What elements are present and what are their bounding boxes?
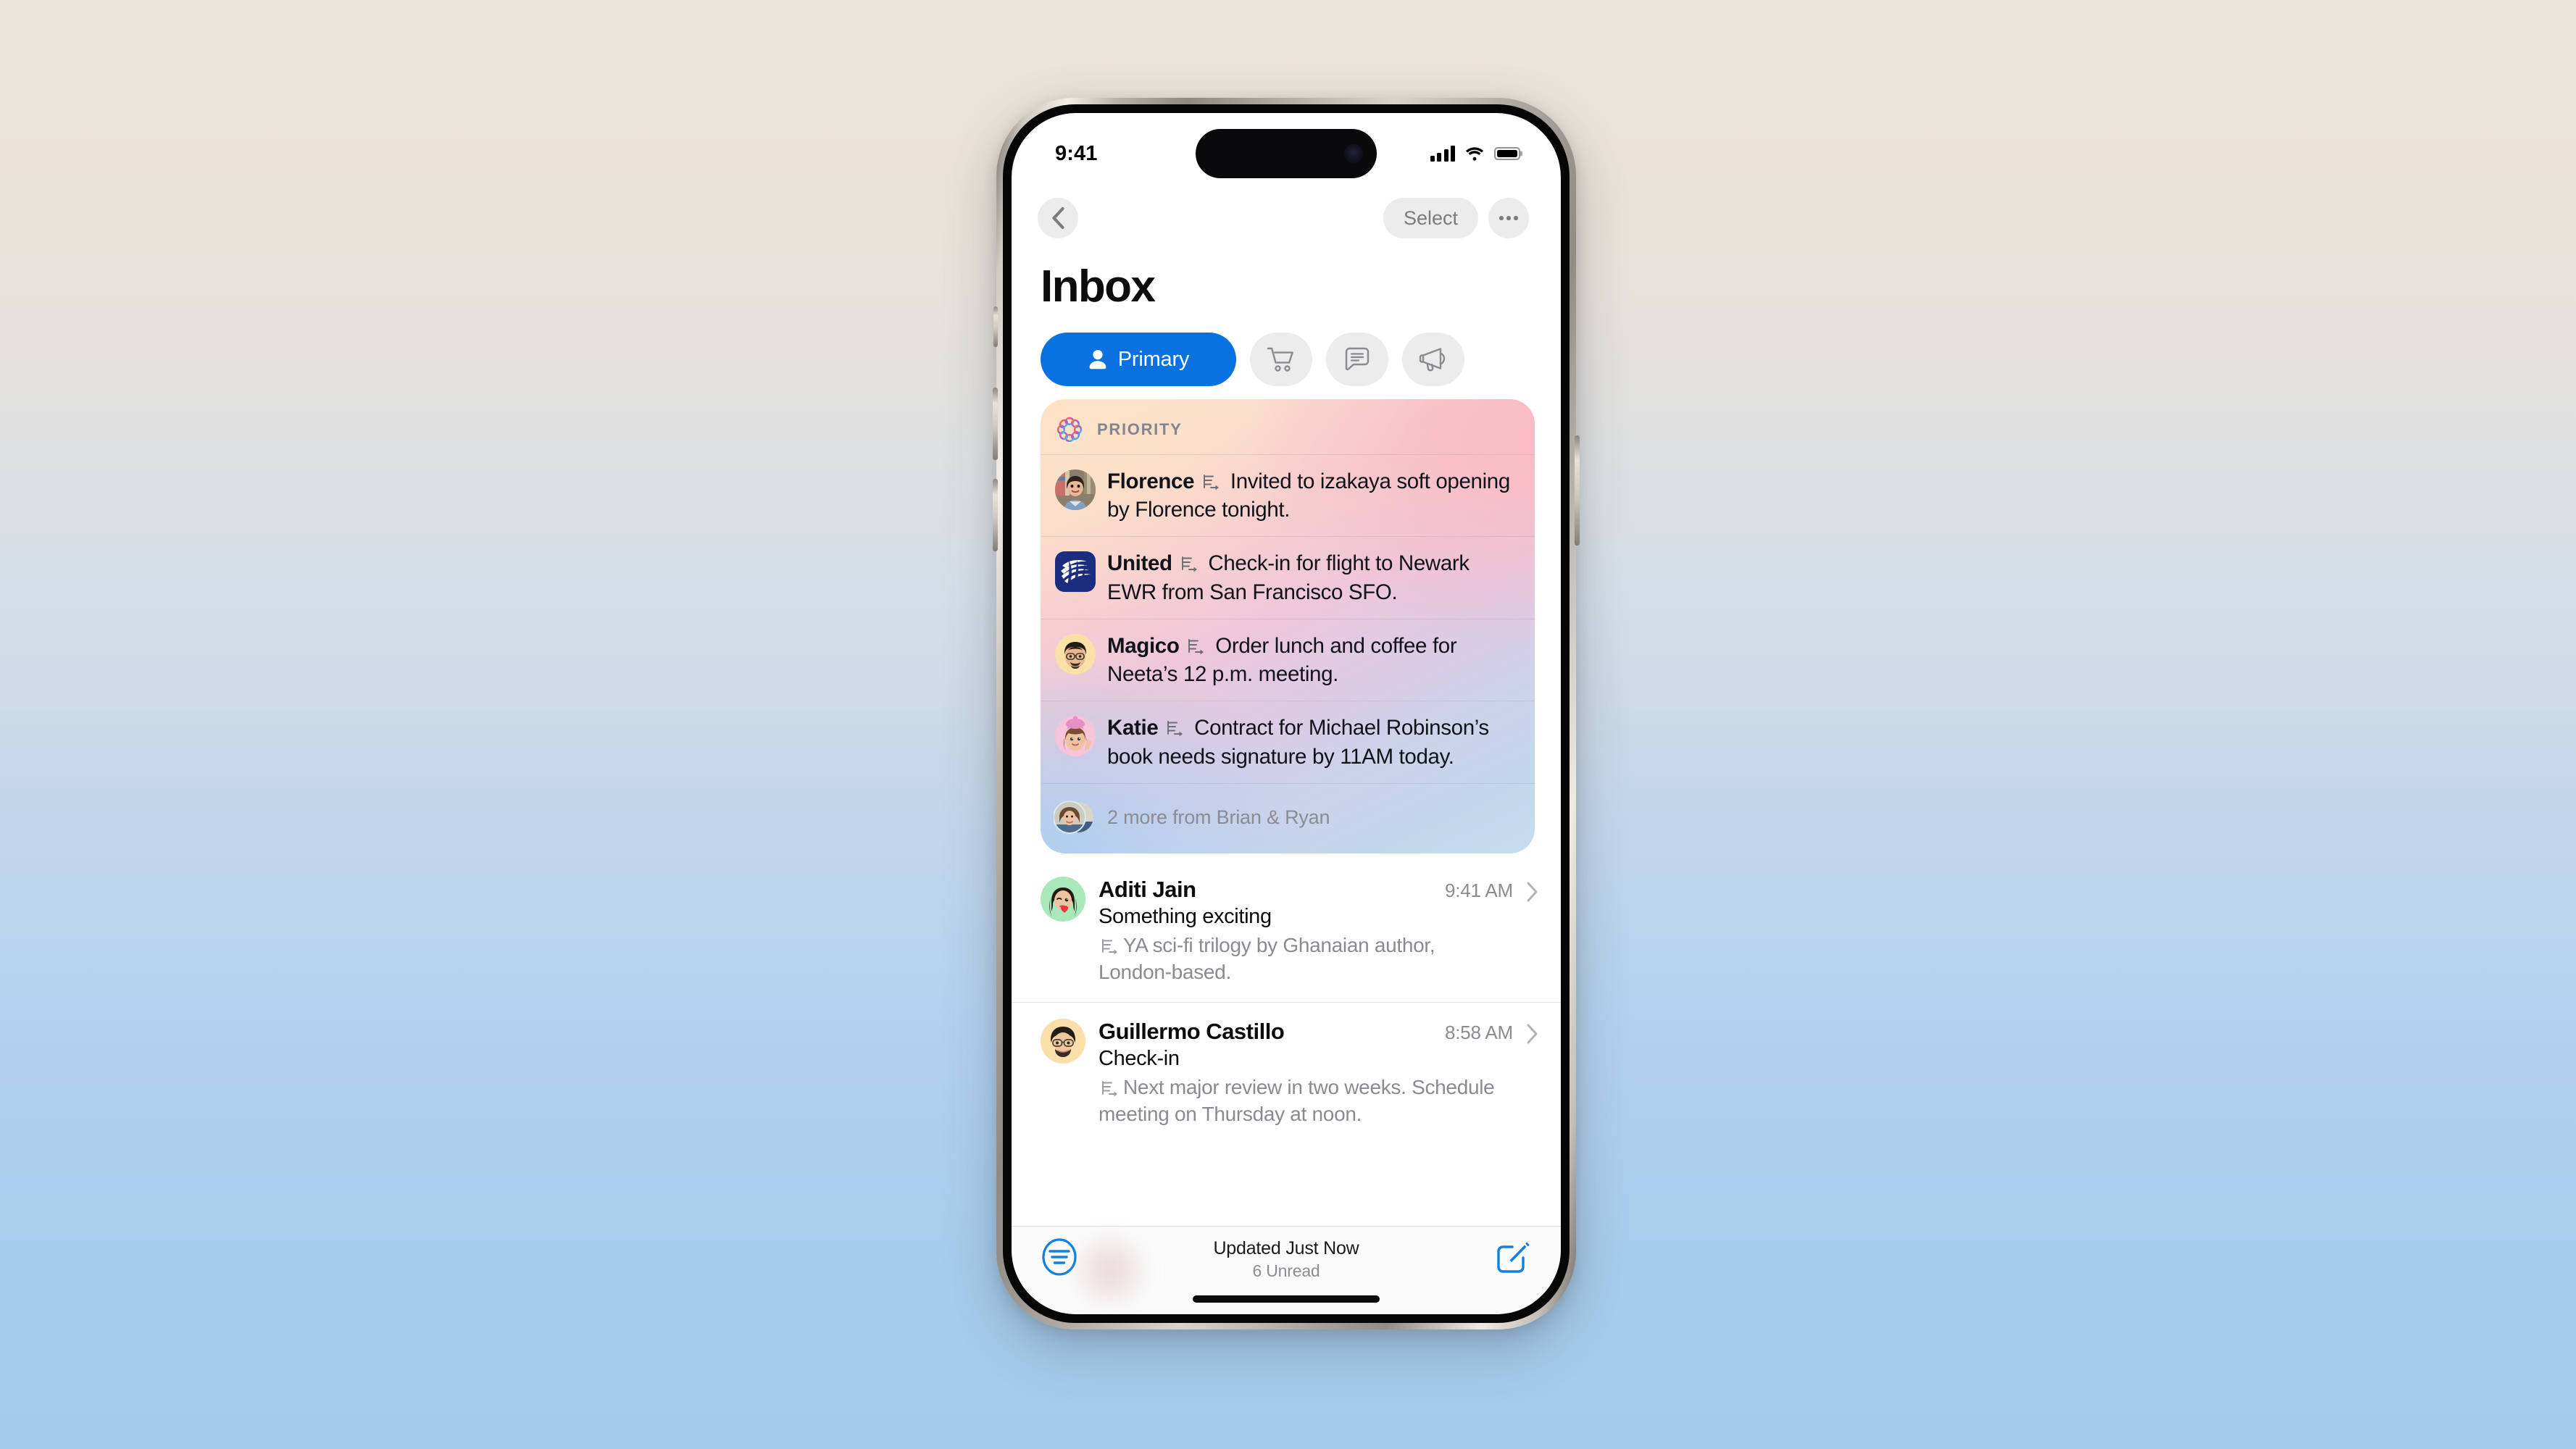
select-label: Select: [1403, 206, 1458, 229]
priority-header: PRIORITY: [1041, 399, 1535, 454]
summary-arrow-icon: [1181, 556, 1197, 572]
chevron-right-icon: [1527, 1024, 1538, 1044]
volume-up-button[interactable]: [993, 388, 998, 460]
summary-arrow-icon: [1167, 721, 1183, 737]
person-icon: [1089, 350, 1106, 369]
mail-content: Guillermo Castillo 8:58 AM Check-in Next…: [1099, 1019, 1513, 1128]
priority-item[interactable]: Magico Order lunch and coffee for Neeta’…: [1041, 618, 1535, 701]
category-pill-primary[interactable]: Primary: [1041, 333, 1236, 386]
silent-switch-button[interactable]: [993, 306, 998, 347]
avatar: [1055, 469, 1096, 510]
priority-label: PRIORITY: [1097, 420, 1183, 438]
home-indicator[interactable]: [1193, 1295, 1380, 1303]
priority-more-label: 2 more from Brian & Ryan: [1107, 806, 1330, 828]
select-button[interactable]: Select: [1383, 198, 1478, 238]
ellipsis-icon: [1499, 216, 1518, 220]
unread-count-label: 6 Unread: [1252, 1261, 1320, 1280]
mail-preview: Next major review in two weeks. Schedule…: [1099, 1074, 1513, 1128]
back-button[interactable]: [1038, 198, 1078, 238]
mail-time: 9:41 AM: [1445, 879, 1513, 901]
avatar: [1041, 1018, 1085, 1064]
compose-icon: [1497, 1243, 1530, 1273]
mail-row[interactable]: Aditi Jain 9:41 AM Something exciting YA…: [1012, 861, 1561, 1002]
filter-icon: [1042, 1238, 1077, 1276]
updated-status-label: Updated Just Now: [1213, 1238, 1359, 1258]
summary-arrow-icon: [1188, 638, 1204, 655]
priority-item-text: Katie Contract for Michael Robinson’s bo…: [1107, 714, 1517, 770]
priority-item-text: Magico Order lunch and coffee for Neeta’…: [1107, 632, 1517, 688]
priority-item-text: Florence Invited to izakaya soft opening…: [1107, 467, 1517, 524]
priority-item-sender: Florence: [1107, 469, 1195, 493]
mail-preview-text: Next major review in two weeks. Schedule…: [1099, 1075, 1495, 1125]
front-camera-icon: [1344, 144, 1363, 163]
mail-sender: Guillermo Castillo: [1099, 1018, 1285, 1044]
avatar: [1055, 716, 1096, 757]
cart-icon: [1267, 347, 1293, 372]
battery-full-icon: [1494, 147, 1520, 160]
category-pill-transactions[interactable]: [1250, 333, 1312, 386]
summary-arrow-icon: [1102, 1080, 1117, 1097]
priority-item-summary: Contract for Michael Robinson’s book nee…: [1107, 716, 1489, 769]
priority-item-sender: United: [1107, 551, 1172, 576]
priority-card: PRIORITY Florence Invited to izakaya sof…: [1041, 399, 1535, 853]
status-indicators: [1430, 146, 1520, 162]
mail-subject: Check-in: [1099, 1046, 1180, 1070]
summary-arrow-icon: [1204, 475, 1220, 490]
priority-item-text: United Check-in for flight to Newark EWR…: [1107, 549, 1517, 606]
mail-sender: Aditi Jain: [1099, 876, 1196, 902]
chevron-right-icon: [1527, 882, 1538, 902]
mail-list-scroll[interactable]: PRIORITY Florence Invited to izakaya sof…: [1012, 399, 1561, 1226]
summary-arrow-icon: [1102, 938, 1117, 955]
megaphone-icon: [1419, 348, 1446, 372]
priority-item[interactable]: Florence Invited to izakaya soft opening…: [1041, 454, 1535, 536]
navigation-bar: Select: [1012, 188, 1561, 248]
priority-item[interactable]: Katie Contract for Michael Robinson’s bo…: [1041, 701, 1535, 782]
priority-item[interactable]: United Check-in for flight to Newark EWR…: [1041, 536, 1535, 618]
toolbar-status: Updated Just Now 6 Unread: [1012, 1238, 1561, 1281]
cellular-bars-icon: [1430, 146, 1455, 162]
power-button[interactable]: [1575, 435, 1580, 546]
mail-subject: Something exciting: [1099, 904, 1272, 928]
mail-header-line: Guillermo Castillo 8:58 AM: [1099, 1019, 1513, 1045]
dynamic-island: [1196, 129, 1377, 178]
apple-intelligence-icon: [1056, 417, 1083, 443]
iphone-device: 9:41 Select Inbox Primary PRIORITY Flore…: [993, 98, 1580, 1329]
mail-row[interactable]: Guillermo Castillo 8:58 AM Check-in Next…: [1012, 1001, 1561, 1144]
avatar: [1055, 551, 1096, 593]
avatar: [1055, 633, 1096, 675]
category-pill-updates[interactable]: [1326, 333, 1388, 386]
category-pill-label-primary: Primary: [1117, 347, 1190, 371]
more-options-button[interactable]: [1488, 198, 1529, 238]
category-filter-row: Primary: [1012, 317, 1561, 399]
avatar: [1041, 876, 1085, 922]
mail-preview: YA sci-fi trilogy by Ghanaian author, Lo…: [1099, 932, 1513, 986]
category-pill-promotions[interactable]: [1402, 333, 1464, 386]
mail-header-line: Aditi Jain 9:41 AM: [1099, 877, 1513, 903]
compose-button[interactable]: [1494, 1238, 1532, 1279]
filter-button[interactable]: [1041, 1238, 1078, 1279]
mail-content: Aditi Jain 9:41 AM Something exciting YA…: [1099, 877, 1513, 986]
status-time: 9:41: [1055, 141, 1098, 165]
page-title: Inbox: [1041, 262, 1156, 312]
priority-item-sender: Magico: [1107, 633, 1180, 658]
bottom-toolbar: Updated Just Now 6 Unread: [1012, 1226, 1561, 1314]
wifi-icon: [1466, 146, 1483, 161]
chevron-left-icon: [1052, 206, 1064, 230]
lens-reflection: [1067, 1231, 1154, 1311]
priority-more-row[interactable]: 2 more from Brian & Ryan: [1041, 782, 1535, 853]
message-icon: [1345, 347, 1370, 371]
priority-item-sender: Katie: [1107, 716, 1159, 740]
avatar-stack: [1054, 797, 1096, 838]
mail-preview-text: YA sci-fi trilogy by Ghanaian author, Lo…: [1099, 933, 1435, 983]
status-bar: 9:41: [1012, 113, 1561, 188]
mail-time: 8:58 AM: [1445, 1021, 1513, 1043]
phone-screen: 9:41 Select Inbox Primary PRIORITY Flore…: [1012, 113, 1561, 1314]
volume-down-button[interactable]: [993, 479, 998, 551]
